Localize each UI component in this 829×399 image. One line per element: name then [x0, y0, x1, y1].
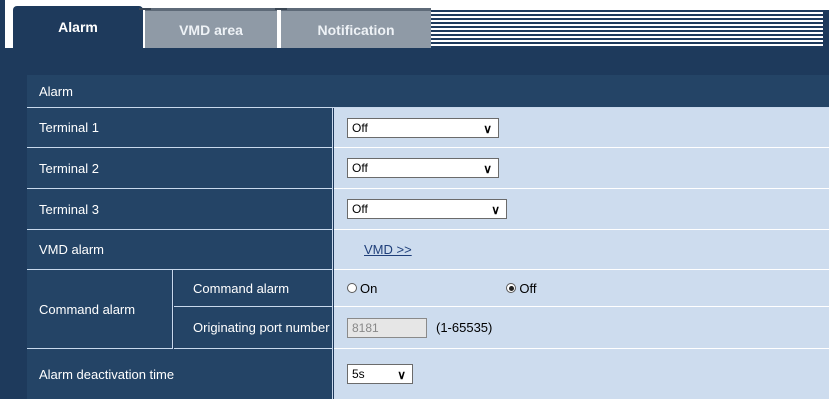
- terminal1-label: Terminal 1: [27, 108, 333, 148]
- chevron-down-icon: ∨: [483, 121, 492, 136]
- off-label: Off: [519, 280, 537, 296]
- tab-vmd-area[interactable]: VMD area: [139, 8, 277, 48]
- table-row-deactivation: Alarm deactivation time 5s ∨: [27, 349, 829, 399]
- terminal1-select[interactable]: Off ∨: [347, 117, 499, 138]
- chevron-down-icon: ∨: [491, 203, 500, 217]
- table-row-vmd-alarm: VMD alarm VMD >>: [27, 230, 829, 270]
- tab-underline-band: [5, 48, 829, 75]
- tab-strip: Alarm VMD area Notification: [5, 0, 829, 48]
- vmd-alarm-label: VMD alarm: [27, 230, 333, 270]
- originating-port-cell: 8181 (1-65535): [334, 307, 829, 349]
- terminal1-value: Off: [352, 120, 368, 135]
- on-label: On: [360, 280, 378, 296]
- terminal3-label: Terminal 3: [27, 189, 333, 230]
- deactivation-cell: 5s ∨: [334, 349, 829, 399]
- command-alarm-label: Command alarm: [27, 270, 173, 349]
- terminal2-value: Off: [352, 161, 368, 175]
- section-title: Alarm: [39, 83, 73, 99]
- terminal1-cell: Off ∨: [334, 108, 829, 148]
- chevron-down-icon: ∨: [483, 162, 492, 176]
- vmd-link[interactable]: VMD >>: [364, 242, 412, 257]
- table-row-command-alarm: Command alarm Command alarm On Off Origi…: [27, 270, 829, 349]
- terminal3-select[interactable]: Off ∨: [347, 199, 507, 219]
- terminal3-value: Off: [352, 202, 368, 216]
- originating-port-input[interactable]: 8181: [347, 317, 427, 338]
- command-alarm-off-radio[interactable]: Off: [506, 281, 536, 296]
- deactivation-value: 5s: [352, 367, 365, 381]
- terminal3-cell: Off ∨: [334, 189, 829, 230]
- command-alarm-on-radio[interactable]: On: [347, 281, 377, 296]
- originating-port-label: Originating port number: [174, 307, 333, 349]
- radio-unchecked-icon: [347, 283, 357, 293]
- command-alarm-cell: On Off: [334, 270, 829, 307]
- terminal2-cell: Off ∨: [334, 148, 829, 189]
- table-row-terminal2: Terminal 2 Off ∨: [27, 148, 829, 189]
- port-range-hint: (1-65535): [436, 320, 493, 335]
- radio-checked-icon: [506, 283, 517, 293]
- terminal2-label: Terminal 2: [27, 148, 333, 189]
- deactivation-label: Alarm deactivation time: [27, 349, 333, 399]
- section-header: Alarm: [27, 75, 829, 108]
- tab-alarm[interactable]: Alarm: [13, 6, 143, 48]
- terminal2-select[interactable]: Off ∨: [347, 158, 499, 178]
- deactivation-select[interactable]: 5s ∨: [347, 364, 413, 384]
- table-row-terminal3: Terminal 3 Off ∨: [27, 189, 829, 230]
- vmd-alarm-cell: VMD >>: [334, 230, 829, 270]
- chevron-down-icon: ∨: [397, 368, 406, 382]
- command-alarm-sublabel: Command alarm: [174, 270, 333, 307]
- table-row-terminal1: Terminal 1 Off ∨: [27, 108, 829, 148]
- tab-strip-decoration: [431, 10, 829, 48]
- tab-notification[interactable]: Notification: [275, 8, 431, 48]
